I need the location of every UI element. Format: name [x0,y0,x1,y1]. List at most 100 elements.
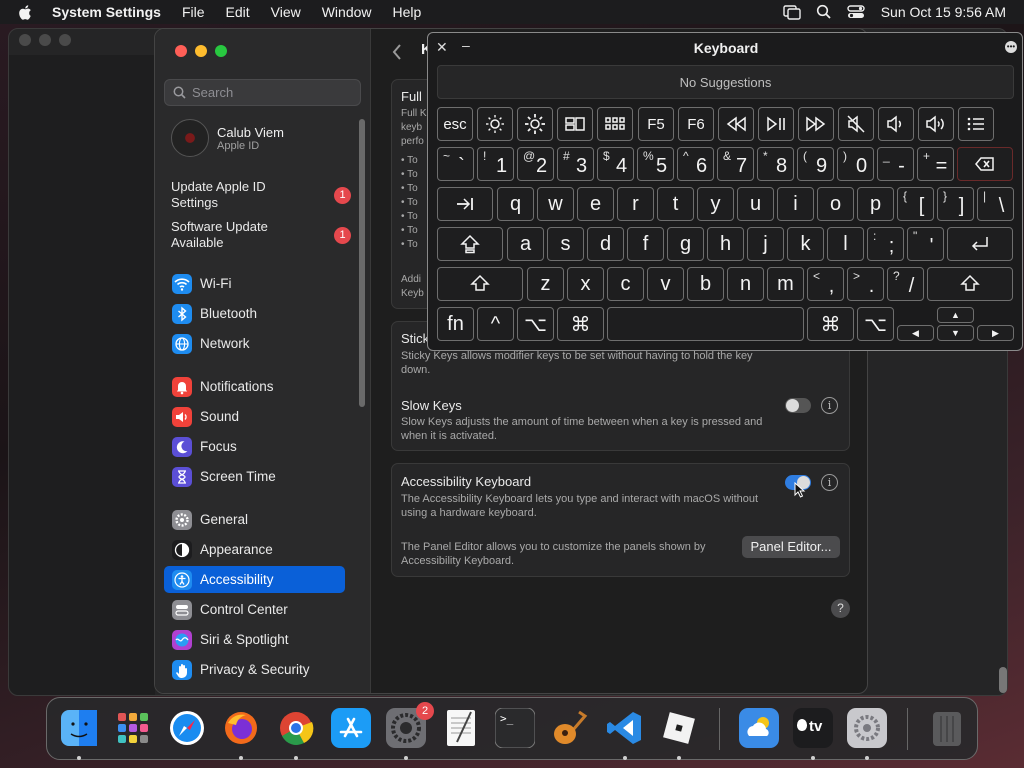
help-button[interactable]: ? [831,599,850,618]
sidebar-item-siri-spotlight[interactable]: Siri & Spotlight [164,626,345,653]
key-v[interactable]: v [647,267,684,301]
key-1[interactable]: ! 1 [477,147,514,181]
key-backtick[interactable]: ~ ` [437,147,474,181]
search-field[interactable] [164,79,361,106]
key-menu[interactable] [958,107,994,141]
menu-help[interactable]: Help [393,4,422,20]
key-4[interactable]: $4 [597,147,634,181]
key-minus[interactable]: _ - [877,147,914,181]
key-a[interactable]: a [507,227,544,261]
sidebar-item-control-center[interactable]: Control Center [164,596,345,623]
key-play-pause[interactable] [758,107,794,141]
sidebar-item-bluetooth[interactable]: Bluetooth [164,300,345,327]
panel-editor-button[interactable]: Panel Editor... [742,536,840,558]
back-chevron-icon[interactable] [391,43,403,61]
search-input[interactable] [192,85,342,100]
terminal-icon[interactable]: >_ [493,706,537,750]
key-quote[interactable]: " ' [907,227,944,261]
key-mute[interactable] [838,107,874,141]
launchpad-icon[interactable] [111,706,155,750]
key-x[interactable]: x [567,267,604,301]
key-launchpad[interactable] [597,107,633,141]
accessibility-keyboard-info-icon[interactable]: i [821,474,838,491]
finder-icon[interactable] [57,706,101,750]
key-left-shift[interactable] [437,267,523,301]
key-y[interactable]: y [697,187,734,221]
inactive-close-button[interactable] [19,34,31,46]
key-delete[interactable] [957,147,1013,181]
key-arrow-left[interactable]: ◀ [897,325,934,341]
update-apple-id-item[interactable]: Update Apple ID Settings 1 [171,179,351,211]
key-right-command[interactable]: ⌘ [807,307,854,341]
key-caps-lock[interactable] [437,227,503,261]
menu-view[interactable]: View [271,4,301,20]
minimize-button[interactable] [195,45,207,57]
key-o[interactable]: o [817,187,854,221]
apple-tv-icon[interactable]: tv [791,706,835,750]
slow-keys-toggle[interactable] [785,398,811,413]
key-arrow-right[interactable]: ▶ [977,325,1014,341]
key-s[interactable]: s [547,227,584,261]
weather-icon[interactable] [737,706,781,750]
key-n[interactable]: n [727,267,764,301]
key-t[interactable]: t [657,187,694,221]
key-i[interactable]: i [777,187,814,221]
key-q[interactable]: q [497,187,534,221]
menubar-clock[interactable]: Sun Oct 15 9:56 AM [881,4,1006,20]
key-comma[interactable]: <, [807,267,844,301]
key-l[interactable]: l [827,227,864,261]
key-return[interactable] [947,227,1013,261]
key-equals[interactable]: + = [917,147,954,181]
screen-mirroring-icon[interactable] [783,4,801,20]
key-c[interactable]: c [607,267,644,301]
sidebar-item-wi-fi[interactable]: Wi-Fi [164,270,345,297]
control-center-icon[interactable] [847,4,865,20]
key-volume-down[interactable] [878,107,914,141]
key-period[interactable]: >. [847,267,884,301]
key-7[interactable]: & 7 [717,147,754,181]
key-right-shift[interactable] [927,267,1013,301]
key-f5[interactable]: F5 [638,107,674,141]
sidebar-item-appearance[interactable]: Appearance [164,536,345,563]
inactive-minimize-button[interactable] [39,34,51,46]
key-slash[interactable]: ? / [887,267,924,301]
sidebar-item-general[interactable]: General [164,506,345,533]
sidebar-item-accessibility[interactable]: Accessibility [164,566,345,593]
key-space[interactable] [607,307,804,341]
sidebar-item-notifications[interactable]: Notifications [164,373,345,400]
key-6[interactable]: ^ 6 [677,147,714,181]
key-fast-forward[interactable] [798,107,834,141]
key-u[interactable]: u [737,187,774,221]
keyboard-options-icon[interactable]: ••• [1005,41,1017,53]
key-backslash[interactable]: | \ [977,187,1014,221]
menu-edit[interactable]: Edit [226,4,250,20]
key-mission-control[interactable] [557,107,593,141]
key-semicolon[interactable]: :; [867,227,904,261]
key-tab[interactable] [437,187,493,221]
trash-icon[interactable] [925,706,969,750]
menu-app-name[interactable]: System Settings [52,4,161,20]
suggestions-bar[interactable]: No Suggestions [437,65,1014,99]
spotlight-search-icon[interactable] [815,4,833,20]
key-rewind[interactable] [718,107,754,141]
key-left-command[interactable]: ⌘ [557,307,604,341]
sidebar-item-network[interactable]: Network [164,330,345,357]
key-k[interactable]: k [787,227,824,261]
key-right-bracket[interactable]: }] [937,187,974,221]
settings-utility-icon[interactable] [845,706,889,750]
garageband-icon[interactable] [547,706,591,750]
app-store-icon[interactable] [329,706,373,750]
key-arrow-down[interactable]: ▼ [937,325,974,341]
key-volume-up[interactable] [918,107,954,141]
software-update-item[interactable]: Software Update Available 1 [171,219,351,251]
firefox-icon[interactable] [219,706,263,750]
key-d[interactable]: d [587,227,624,261]
key-right-option[interactable]: ⌥ [857,307,894,341]
key-fn[interactable]: fn [437,307,474,341]
close-button[interactable] [175,45,187,57]
key-brightness-up[interactable] [517,107,553,141]
key-left-bracket[interactable]: {[ [897,187,934,221]
key-m[interactable]: m [767,267,804,301]
key-3[interactable]: #3 [557,147,594,181]
key-r[interactable]: r [617,187,654,221]
